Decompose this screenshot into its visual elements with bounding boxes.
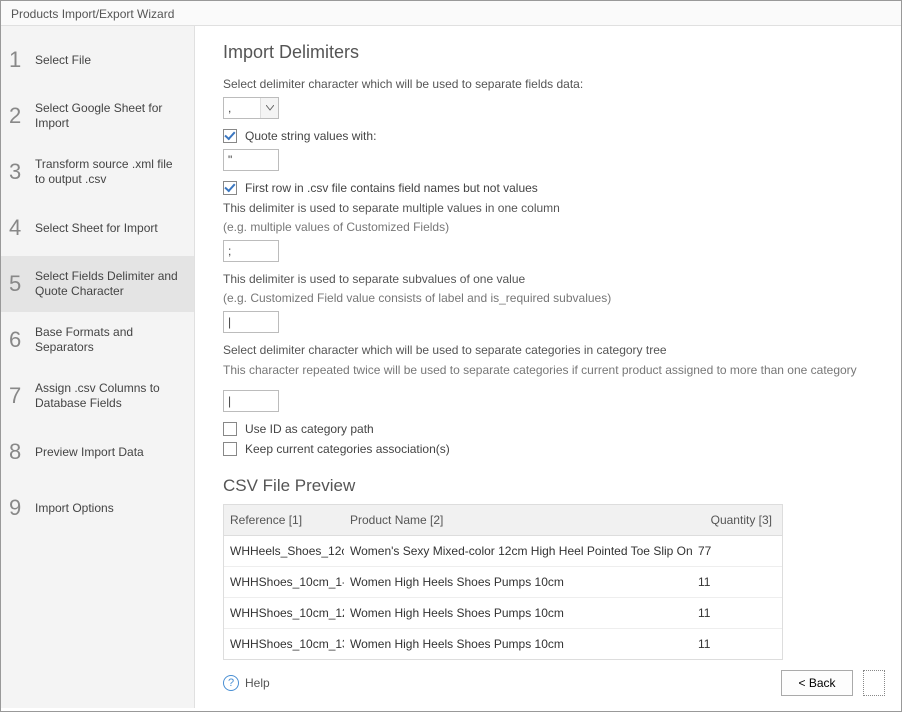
chevron-down-icon [260,98,278,118]
cell-product-name: Women High Heels Shoes Pumps 10cm [344,598,692,628]
step-assign-columns[interactable]: 7 Assign .csv Columns to Database Fields [1,368,194,424]
step-label: Select Google Sheet for Import [31,101,184,131]
first-row-header-label: First row in .csv file contains field na… [245,181,538,195]
table-header: Reference [1] Product Name [2] Quantity … [224,505,782,536]
cell-reference: WHHeels_Shoes_12cm [224,536,344,566]
cell-product-name: Women High Heels Shoes Pumps 10cm [344,629,692,659]
cell-product-name: Women High Heels Shoes Pumps 10cm [344,567,692,597]
step-label: Assign .csv Columns to Database Fields [31,381,184,411]
multi-value-hint-sub: (e.g. multiple values of Customized Fiel… [223,220,873,236]
cell-quantity: 11 [692,629,782,659]
help-link[interactable]: ? Help [223,675,270,691]
step-transform-xml[interactable]: 3 Transform source .xml file to output .… [1,144,194,200]
step-preview-data[interactable]: 8 Preview Import Data [1,424,194,480]
cell-reference: WHHShoes_10cm_12 [224,598,344,628]
step-number: 5 [9,273,31,295]
step-number: 8 [9,441,31,463]
step-label: Transform source .xml file to output .cs… [31,157,184,187]
step-select-sheet[interactable]: 4 Select Sheet for Import [1,200,194,256]
table-row[interactable]: WHHShoes_10cm_13 Women High Heels Shoes … [224,629,782,659]
help-label: Help [245,676,270,690]
step-number: 9 [9,497,31,519]
step-number: 3 [9,161,31,183]
preview-heading: CSV File Preview [223,476,873,496]
cell-quantity: 11 [692,567,782,597]
field-delimiter-select[interactable]: , [223,97,279,119]
step-select-file[interactable]: 1 Select File [1,32,194,88]
step-number: 4 [9,217,31,239]
wizard-footer: ? Help < Back [223,670,885,696]
step-import-options[interactable]: 9 Import Options [1,480,194,536]
step-label: Select Fields Delimiter and Quote Charac… [31,269,184,299]
quote-char-input[interactable] [223,149,279,171]
content-pane: Import Delimiters Select delimiter chara… [195,26,901,708]
cell-quantity: 77 [692,536,782,566]
sub-value-hint-sub: (e.g. Customized Field value consists of… [223,291,873,307]
multi-value-hint: This delimiter is used to separate multi… [223,201,873,217]
category-delimiter-hint: Select delimiter character which will be… [223,343,873,359]
cell-quantity: 11 [692,598,782,628]
step-number: 7 [9,385,31,407]
use-id-category-label: Use ID as category path [245,422,374,436]
step-label: Import Options [31,501,114,516]
category-delimiter-hint-sub: This character repeated twice will be us… [223,363,873,379]
delimiter-label: Select delimiter character which will be… [223,77,873,93]
keep-categories-label: Keep current categories association(s) [245,442,450,456]
back-button[interactable]: < Back [781,670,853,696]
table-row[interactable]: WHHShoes_10cm_12 Women High Heels Shoes … [224,598,782,629]
step-delimiter-quote[interactable]: 5 Select Fields Delimiter and Quote Char… [1,256,194,312]
col-header-product-name[interactable]: Product Name [2] [344,505,692,535]
keep-categories-checkbox[interactable] [223,442,237,456]
step-label: Preview Import Data [31,445,144,460]
wizard-steps-sidebar: 1 Select File 2 Select Google Sheet for … [1,26,195,708]
col-header-quantity[interactable]: Quantity [3] [692,505,782,535]
next-button-partial[interactable] [863,670,885,696]
table-row[interactable]: WHHeels_Shoes_12cm Women's Sexy Mixed-co… [224,536,782,567]
cell-reference: WHHShoes_10cm_13 [224,629,344,659]
help-icon: ? [223,675,239,691]
window-title: Products Import/Export Wizard [1,1,901,26]
step-select-google-sheet[interactable]: 2 Select Google Sheet for Import [1,88,194,144]
sub-value-hint: This delimiter is used to separate subva… [223,272,873,288]
field-delimiter-value: , [224,98,260,118]
sub-value-delimiter-input[interactable] [223,311,279,333]
category-delimiter-input[interactable] [223,390,279,412]
step-label: Select Sheet for Import [31,221,158,236]
col-header-reference[interactable]: Reference [1] [224,505,344,535]
step-number: 1 [9,49,31,71]
cell-reference: WHHShoes_10cm_1-1 [224,567,344,597]
step-base-formats[interactable]: 6 Base Formats and Separators [1,312,194,368]
use-id-category-checkbox[interactable] [223,422,237,436]
csv-preview-table: Reference [1] Product Name [2] Quantity … [223,504,783,660]
step-number: 2 [9,105,31,127]
quote-strings-label: Quote string values with: [245,129,376,143]
page-heading: Import Delimiters [223,42,873,63]
step-label: Base Formats and Separators [31,325,184,355]
multi-value-delimiter-input[interactable] [223,240,279,262]
step-label: Select File [31,53,91,68]
quote-strings-checkbox[interactable] [223,129,237,143]
table-row[interactable]: WHHShoes_10cm_1-1 Women High Heels Shoes… [224,567,782,598]
cell-product-name: Women's Sexy Mixed-color 12cm High Heel … [344,536,692,566]
first-row-header-checkbox[interactable] [223,181,237,195]
step-number: 6 [9,329,31,351]
main-layout: 1 Select File 2 Select Google Sheet for … [1,26,901,708]
